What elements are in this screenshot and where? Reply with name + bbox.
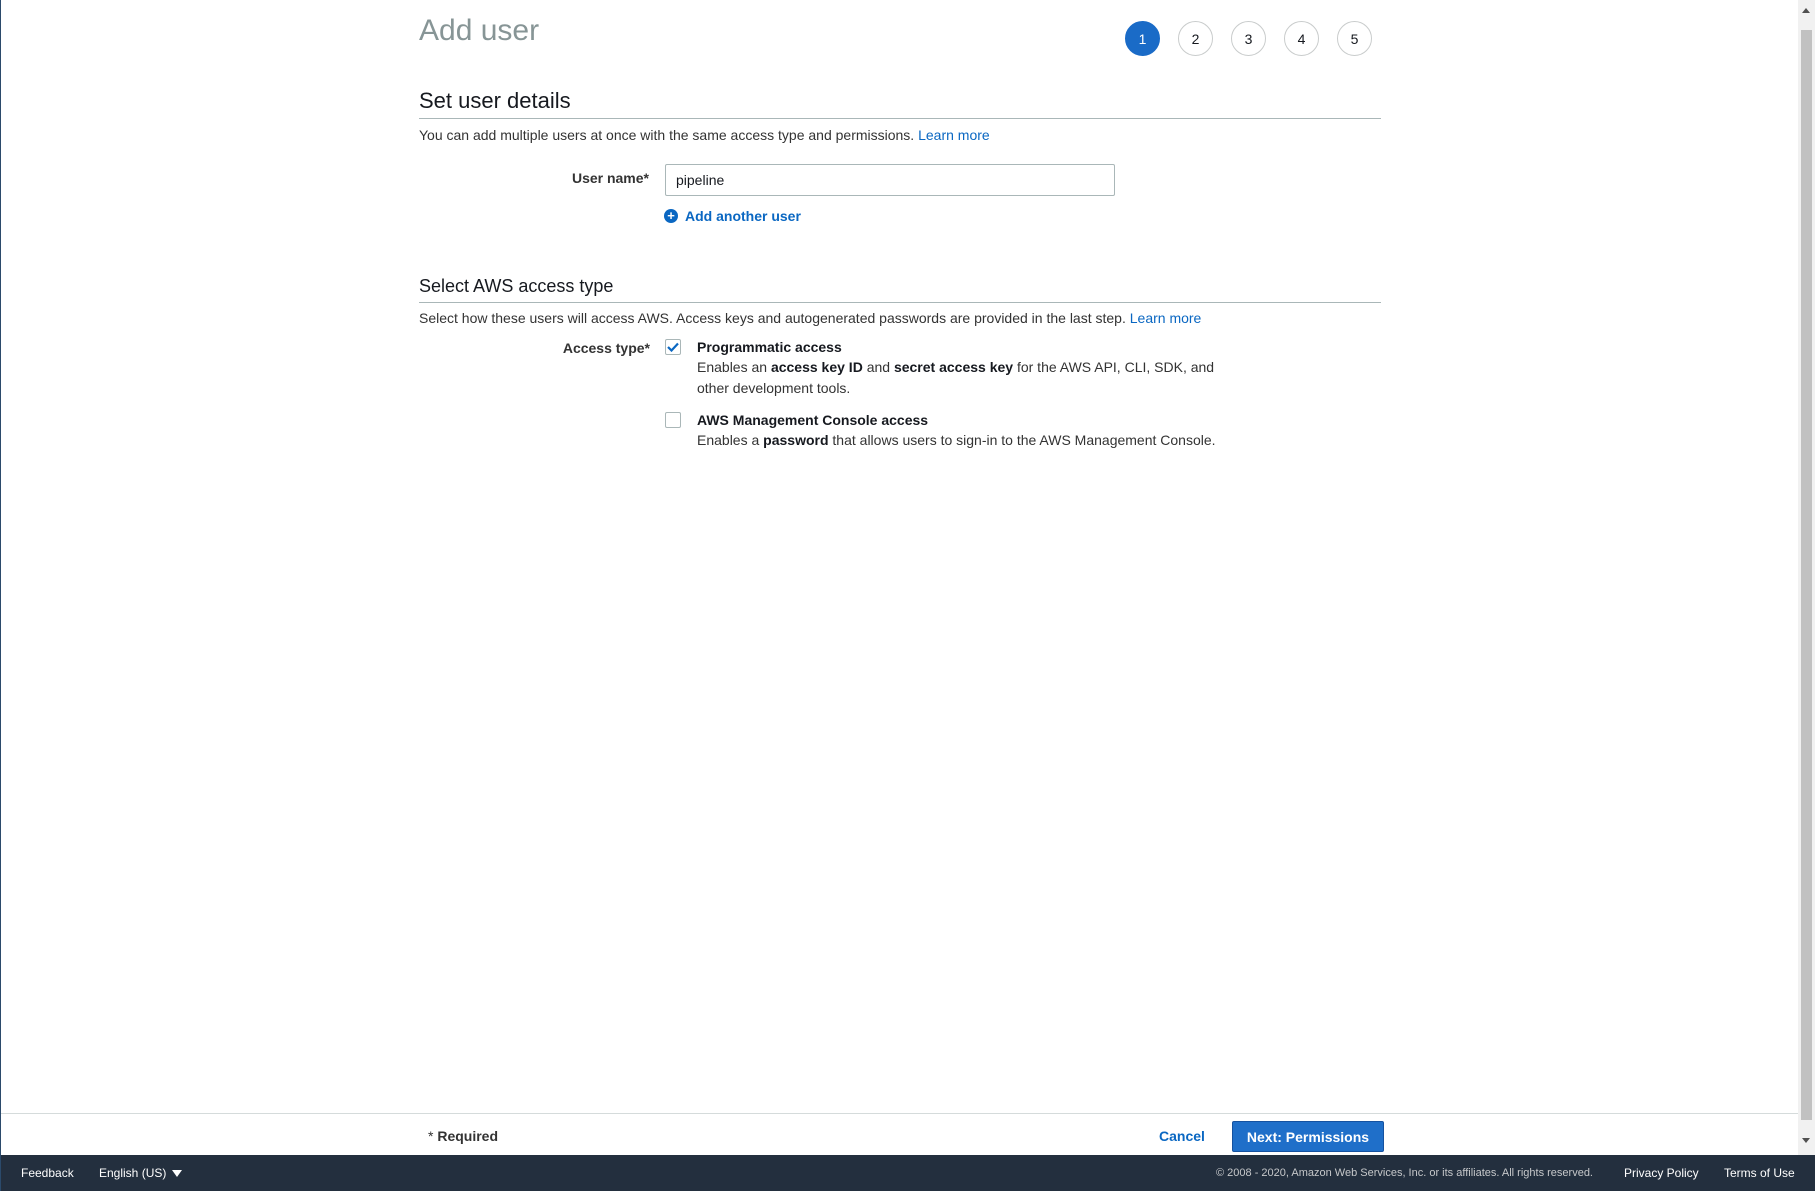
section-title-access-type: Select AWS access type	[419, 276, 614, 296]
page-title: Add user	[419, 14, 540, 47]
programmatic-access-description: Enables an access key ID and secret acce…	[697, 357, 1237, 399]
console-access-checkbox[interactable]	[665, 412, 681, 428]
section-divider	[419, 118, 1381, 119]
plus-circle-icon: +	[664, 209, 678, 223]
desc-text: Enables an	[697, 359, 771, 375]
section-title-user-details: Set user details	[419, 88, 571, 113]
desc-text: that allows users to sign-in to the AWS …	[828, 432, 1216, 448]
learn-more-link[interactable]: Learn more	[1130, 310, 1202, 326]
console-access-description: Enables a password that allows users to …	[697, 430, 1257, 451]
required-text: Required	[433, 1128, 499, 1144]
next-permissions-button[interactable]: Next: Permissions	[1232, 1121, 1384, 1152]
scroll-down-arrow-icon[interactable]	[1802, 1138, 1810, 1143]
terms-of-use-link[interactable]: Terms of Use	[1724, 1166, 1795, 1180]
user-name-label: User name*	[571, 170, 649, 186]
access-type-description: Select how these users will access AWS. …	[419, 310, 1201, 326]
iam-add-user-page: Add user 1 2 3 4 5 Set user details You …	[0, 0, 1815, 1191]
console-footer: Feedback English (US) © 2008 - 2020, Ama…	[1, 1155, 1815, 1191]
section-divider	[419, 302, 1381, 303]
copyright-text: © 2008 - 2020, Amazon Web Services, Inc.…	[1216, 1167, 1593, 1179]
page-scrollbar[interactable]	[1798, 0, 1815, 1155]
programmatic-access-checkbox[interactable]	[665, 339, 681, 355]
access-type-description-text: Select how these users will access AWS. …	[419, 310, 1126, 326]
desc-emphasis: secret access key	[893, 359, 1014, 375]
add-another-user-label: Add another user	[685, 208, 801, 224]
checkmark-icon	[667, 342, 679, 352]
scroll-thumb[interactable]	[1801, 30, 1812, 1120]
desc-emphasis: access key ID	[770, 359, 863, 375]
cancel-button[interactable]: Cancel	[1159, 1128, 1205, 1144]
desc-emphasis: password	[763, 432, 829, 448]
wizard-steps: 1 2 3 4 5	[1125, 21, 1372, 56]
step-5[interactable]: 5	[1337, 21, 1372, 56]
language-selector[interactable]: English (US)	[99, 1166, 183, 1180]
console-access-title: AWS Management Console access	[697, 412, 929, 428]
step-4[interactable]: 4	[1284, 21, 1319, 56]
programmatic-access-title: Programmatic access	[697, 339, 842, 355]
wizard-action-bar: * Required Cancel Next: Permissions	[1, 1113, 1798, 1155]
language-label: English (US)	[99, 1166, 167, 1180]
desc-text: Enables a	[697, 432, 764, 448]
feedback-link[interactable]: Feedback	[21, 1166, 74, 1180]
scroll-up-arrow-icon[interactable]	[1802, 8, 1810, 13]
caret-down-icon	[172, 1170, 183, 1178]
privacy-policy-link[interactable]: Privacy Policy	[1624, 1166, 1699, 1180]
learn-more-link[interactable]: Learn more	[918, 127, 990, 143]
user-name-input[interactable]	[665, 164, 1115, 196]
access-type-label: Access type*	[562, 340, 650, 356]
user-details-description: You can add multiple users at once with …	[419, 127, 990, 143]
step-2[interactable]: 2	[1178, 21, 1213, 56]
required-note: * Required	[428, 1128, 498, 1144]
add-another-user-button[interactable]: + Add another user	[664, 208, 801, 224]
user-details-description-text: You can add multiple users at once with …	[419, 127, 915, 143]
step-3[interactable]: 3	[1231, 21, 1266, 56]
desc-text: and	[862, 359, 894, 375]
step-1[interactable]: 1	[1125, 21, 1160, 56]
